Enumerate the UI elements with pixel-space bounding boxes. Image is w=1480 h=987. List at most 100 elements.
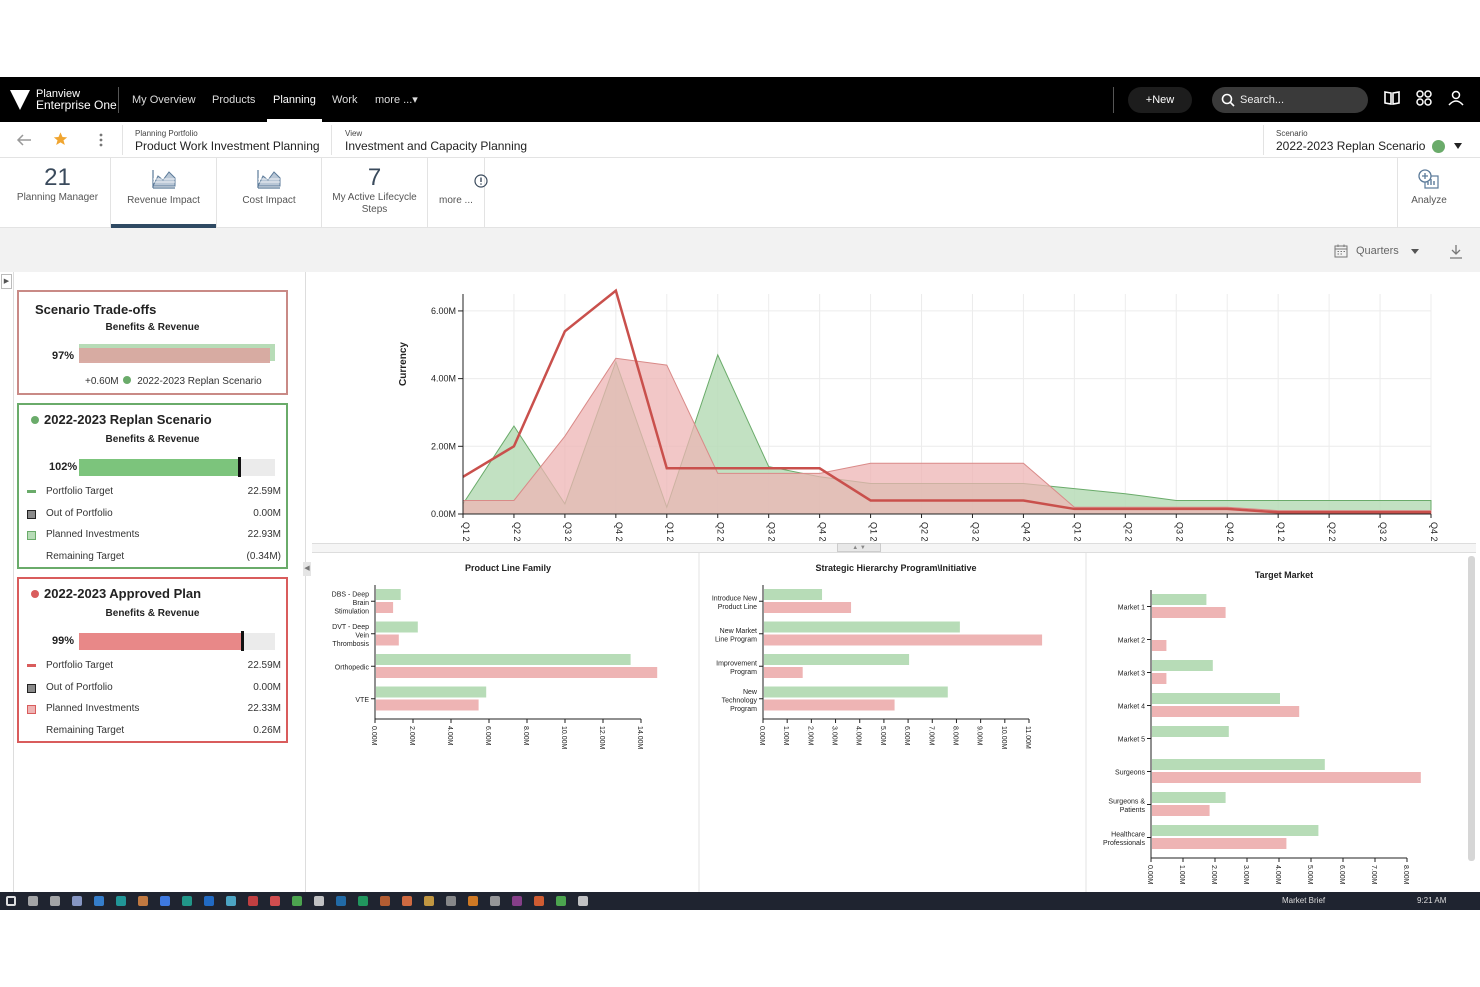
nav-more[interactable]: more ...▾ [375,77,418,122]
category-label: Improvement [716,660,757,667]
x-tick-label: Q4 2026 [1429,522,1439,542]
taskbar-app-icon[interactable] [116,896,126,906]
x-tick-label: 2.00M [408,726,415,746]
taskbar-app-icon[interactable] [534,896,544,906]
taskbar-app-icon[interactable] [446,896,456,906]
approved-percent: 99% [52,635,75,647]
taskbar-app-icon[interactable] [226,896,236,906]
bar-approved [1152,640,1167,651]
book-icon[interactable] [1383,89,1401,107]
bar-approved [764,634,1043,646]
vertical-scrollbar[interactable] [1468,556,1475,861]
replan-bar-fill [79,459,239,476]
new-button[interactable]: +New [1128,87,1192,113]
nav-planning[interactable]: Planning [267,77,322,122]
taskbar-app-icon[interactable] [468,896,478,906]
taskbar-app-icon[interactable] [28,896,38,906]
taskbar-app-icon[interactable] [182,896,192,906]
x-tick-label: Q1 2024 [869,522,879,542]
chevron-down-icon[interactable] [1454,143,1462,149]
portfolio-value[interactable]: Product Work Investment Planning [135,139,320,153]
apps-icon[interactable] [1415,89,1433,107]
taskbar-app-icon[interactable] [270,896,280,906]
tab-active-lifecycle-steps[interactable]: 7 My Active Lifecycle Steps [322,158,428,228]
period-selector[interactable]: Quarters [1334,244,1424,260]
pane-splitter[interactable]: ▲ ▼ [312,543,1476,553]
x-tick-label: 2.00M [806,726,813,746]
taskbar-app-icon[interactable] [72,896,82,906]
taskbar-app-icon[interactable] [380,896,390,906]
taskbar-app-icon[interactable] [424,896,434,906]
search-input[interactable]: Search... [1212,87,1368,113]
nav-my-overview[interactable]: My Overview [132,77,196,122]
x-tick-label: Q2 2023 [716,522,726,542]
taskbar-app-icon[interactable] [314,896,324,906]
tab-planning-manager[interactable]: 21 Planning Manager [5,158,111,228]
taskbar-app-icon[interactable] [248,896,258,906]
scenario-panel: ▶ Scenario Trade-offs Benefits & Revenue… [0,272,311,892]
nav-products[interactable]: Products [212,77,255,122]
collapse-panel-handle[interactable]: ◀ [303,562,311,576]
planview-logo[interactable]: Planview Enterprise One [10,87,117,113]
bar-replan [1152,825,1319,836]
taskbar-app-icon[interactable] [490,896,500,906]
download-icon[interactable] [1449,244,1463,259]
info-alert-icon [474,174,488,188]
taskbar-app-icon[interactable] [556,896,566,906]
legend-label: Out of Portfolio [46,682,113,693]
tradeoffs-scenario: 2022-2023 Replan Scenario [137,376,262,387]
tab-more[interactable]: more ... [428,158,488,228]
breakdown-bar-charts: Product Line Family DBS - Deep BrainStimul… [332,553,1421,892]
scenario-value[interactable]: 2022-2023 Replan Scenario [1276,139,1425,153]
bar-chart-title: Product Line Family [465,563,551,573]
charts-area: 0.00M 2.00M 4.00M 6.00M Q1 2022 Q2 2022 Q3 202… [312,272,1476,892]
category-label: Vein [355,632,369,639]
star-icon[interactable] [52,131,69,147]
category-label: Market 1 [1118,605,1145,612]
windows-start-icon[interactable] [6,896,16,906]
taskbar-app-icon[interactable] [204,896,214,906]
taskbar-app-icon[interactable] [160,896,170,906]
taskbar-app-icon[interactable] [512,896,522,906]
x-tick-label: 8.00M [951,726,958,746]
analyze-button[interactable]: Analyze [1398,158,1460,228]
expand-panel-button[interactable]: ▶ [1,274,12,289]
nav-work[interactable]: Work [332,77,357,122]
taskbar-app-icon[interactable] [94,896,104,906]
category-label: New [743,689,758,696]
splitter-arrows[interactable]: ▲ ▼ [837,543,881,552]
legend-swatch [27,531,36,540]
legend-value: 22.93M [247,529,281,540]
kebab-menu-icon[interactable] [98,133,104,147]
legend-value: 0.00M [253,682,281,693]
x-tick-label: Q4 2024 [1021,522,1031,542]
view-value[interactable]: Investment and Capacity Planning [345,139,527,153]
taskbar-clock: 9:21 AM [1417,896,1447,905]
bar-chart-title: Target Market [1255,570,1313,580]
taskbar-app-icon[interactable] [292,896,302,906]
taskbar-app-icon[interactable] [336,896,346,906]
user-icon[interactable] [1447,89,1465,107]
taskbar-app-icon[interactable] [50,896,60,906]
taskbar-app-icon[interactable] [578,896,588,906]
legend-swatch [27,684,36,693]
tab-revenue-impact[interactable]: Revenue Impact [111,158,217,228]
tab-cost-impact[interactable]: Cost Impact [217,158,322,228]
x-tick-label: 7.00M [927,726,934,746]
taskbar-app-icon[interactable] [138,896,148,906]
x-tick-label: Q3 2026 [1378,522,1388,542]
taskbar-app-icon[interactable] [402,896,412,906]
legend-label: Remaining Target [46,725,125,736]
taskbar-app-name[interactable]: Market Brief [1282,896,1325,905]
legend-label: Out of Portfolio [46,508,113,519]
taskbar-app-icon[interactable] [358,896,368,906]
area-chart-icon [257,170,281,189]
y-tick-label: 0.00M [431,509,456,519]
bar-replan [1152,726,1229,737]
category-label: Program [730,706,757,713]
x-tick-label: 2.00M [1210,865,1217,885]
legend-portfolio-target: Portfolio Target 22.59M [27,486,281,500]
category-label: Program [730,669,757,676]
replan-percent: 102% [49,461,78,473]
back-arrow-icon[interactable] [16,133,32,147]
